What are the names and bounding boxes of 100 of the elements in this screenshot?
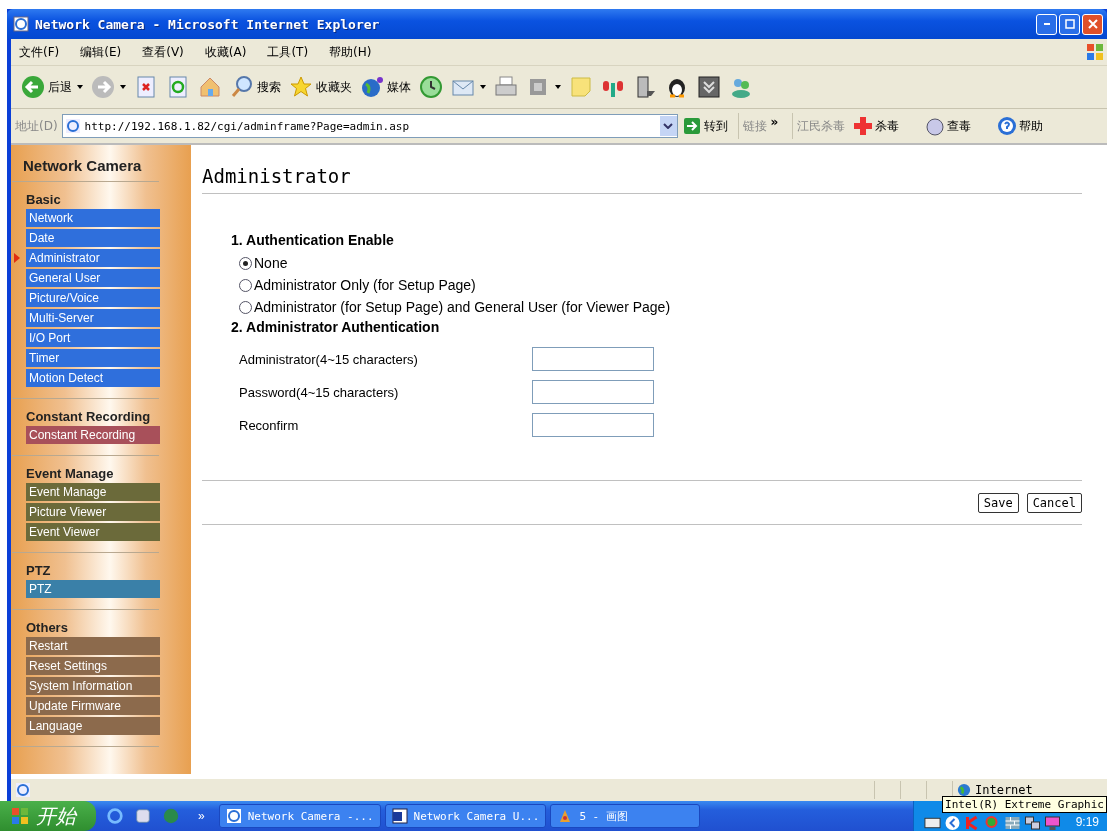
sidebar-link[interactable]: Date xyxy=(26,229,160,247)
minimize-icon xyxy=(1043,23,1050,25)
input-field[interactable] xyxy=(532,380,654,404)
globe-icon xyxy=(957,783,971,797)
menu-item[interactable]: 文件(F) xyxy=(19,43,60,61)
sidebar-link[interactable]: System Information xyxy=(26,677,160,695)
toolbar-button[interactable]: 收藏夹 xyxy=(285,70,356,104)
sidebar-title: Network Camera xyxy=(22,157,143,176)
star-icon xyxy=(289,75,313,99)
radio-option[interactable]: Administrator Only (for Setup Page) xyxy=(239,276,1082,294)
sidebar-link[interactable]: Constant Recording xyxy=(26,426,160,444)
page-title: Administrator xyxy=(202,165,352,189)
sidebar-link[interactable]: Event Viewer xyxy=(26,523,160,541)
close-button[interactable] xyxy=(1082,13,1103,35)
address-label: 地址(D) xyxy=(15,117,58,135)
search-icon xyxy=(230,75,254,99)
sidebar-link[interactable]: Restart xyxy=(26,637,160,655)
printer-icon xyxy=(494,75,518,99)
taskbar-button[interactable]: 5 - 画图 xyxy=(550,804,701,828)
chevron-icon[interactable] xyxy=(943,815,961,831)
field-label: Administrator(4~15 characters) xyxy=(239,351,419,367)
maximize-button[interactable] xyxy=(1059,13,1080,35)
sidebar-link[interactable]: Event Manage xyxy=(26,483,160,501)
sidebar-link[interactable]: Language xyxy=(26,717,160,735)
sidebar-heading: Basic xyxy=(25,191,62,207)
sidebar-link[interactable]: Reset Settings xyxy=(26,657,160,675)
sidebar-heading: PTZ xyxy=(25,562,52,578)
links-more-button[interactable]: » xyxy=(770,115,779,129)
house-icon xyxy=(198,75,222,99)
sidebar-link[interactable]: Picture Viewer xyxy=(26,503,160,521)
sidebar-link[interactable]: Administrator xyxy=(26,249,160,267)
section-heading: 2. Administrator Authentication xyxy=(231,319,441,337)
arrow-icon xyxy=(683,118,700,134)
toolbar-button[interactable]: 后退 xyxy=(17,70,87,104)
radio-button[interactable] xyxy=(239,300,252,314)
radio-option[interactable]: None xyxy=(239,254,1082,272)
download-icon xyxy=(697,75,721,99)
toolbar-label[interactable]: 江民杀毒 xyxy=(797,117,846,135)
address-field[interactable]: http://192.168.1.82/cgi/adminframe?Page=admin.asp xyxy=(61,114,678,138)
input-field[interactable] xyxy=(532,347,654,371)
sidebar-link[interactable]: PTZ xyxy=(26,580,160,598)
form-button[interactable]: Save xyxy=(977,493,1019,513)
links-label[interactable]: 链接 xyxy=(742,117,767,135)
more-button[interactable]: » xyxy=(198,809,205,823)
toolbar-button[interactable]: 媒体 xyxy=(356,70,415,104)
note-icon xyxy=(569,75,593,99)
toolbar-button[interactable]: 杀毒 xyxy=(853,116,900,136)
sidebar-link[interactable]: Motion Detect xyxy=(26,369,160,387)
document-icon xyxy=(391,808,408,824)
field-label: Password(4~15 characters) xyxy=(239,384,400,400)
browser-icon[interactable] xyxy=(106,807,124,825)
sidebar-link[interactable]: Multi-Server xyxy=(26,309,160,327)
minimize-button[interactable] xyxy=(1036,13,1057,35)
keyboard-icon[interactable] xyxy=(923,815,941,831)
sidebar-heading: Event Manage xyxy=(25,465,115,481)
tooltip: Intel(R) Extreme Graphic xyxy=(942,796,1107,813)
page-icon xyxy=(64,118,81,134)
refresh-icon xyxy=(166,75,190,99)
cross-icon xyxy=(853,116,874,136)
monitor-icon[interactable] xyxy=(1043,815,1061,831)
dropdown-button[interactable] xyxy=(659,116,677,136)
go-button[interactable]: 转到 xyxy=(677,117,734,135)
sidebar-link[interactable]: General User xyxy=(26,269,160,287)
browser-icon xyxy=(13,16,29,32)
clock-icon xyxy=(419,75,443,99)
browser-icon xyxy=(225,808,242,824)
radio-option[interactable]: Administrator (for Setup Page) and General User (for Viewer Page) xyxy=(239,298,1082,316)
help-icon xyxy=(997,116,1018,136)
toolbar-button[interactable]: 搜索 xyxy=(226,70,285,104)
windows-logo-icon xyxy=(10,806,30,826)
windows-logo-icon xyxy=(1085,42,1105,62)
sidebar-link[interactable]: Timer xyxy=(26,349,160,367)
sidebar-link[interactable]: Picture/Voice xyxy=(26,289,160,307)
close-icon xyxy=(1087,19,1098,29)
sidebar-heading: Constant Recording xyxy=(25,408,152,424)
radio-button[interactable] xyxy=(239,256,252,270)
form-button[interactable]: Cancel xyxy=(1026,493,1082,513)
taskbar-button[interactable]: Network Camera U... xyxy=(384,804,547,828)
toolbar-button[interactable]: 查毒 xyxy=(925,116,972,136)
menu-item[interactable]: 查看(V) xyxy=(142,43,184,61)
menu-item[interactable]: 收藏(A) xyxy=(204,43,247,61)
network-icon[interactable] xyxy=(1023,815,1041,831)
sidebar-link[interactable]: I/O Port xyxy=(26,329,160,347)
caret-icon xyxy=(663,123,674,129)
start-button[interactable]: 开始 xyxy=(0,801,96,831)
input-field[interactable] xyxy=(532,413,654,437)
taskbar-button[interactable]: Network Camera -... xyxy=(218,804,381,828)
toolbar-button[interactable]: 帮助 xyxy=(997,116,1044,136)
menu-item[interactable]: 工具(T) xyxy=(267,43,309,61)
menu-item[interactable]: 帮助(H) xyxy=(329,43,372,61)
zone-label: Internet xyxy=(975,783,1033,797)
window-title: Network Camera - Microsoft Internet Explorer xyxy=(35,16,380,32)
firewall-icon[interactable] xyxy=(1003,815,1021,831)
section-heading: 1. Authentication Enable xyxy=(231,232,395,250)
menu-item[interactable]: 编辑(E) xyxy=(80,43,122,61)
maximize-icon xyxy=(1064,19,1075,29)
sidebar-link[interactable]: Update Firmware xyxy=(26,697,160,715)
radio-button[interactable] xyxy=(239,278,252,292)
sidebar-heading: Others xyxy=(25,619,69,635)
sidebar-link[interactable]: Network xyxy=(26,209,160,227)
